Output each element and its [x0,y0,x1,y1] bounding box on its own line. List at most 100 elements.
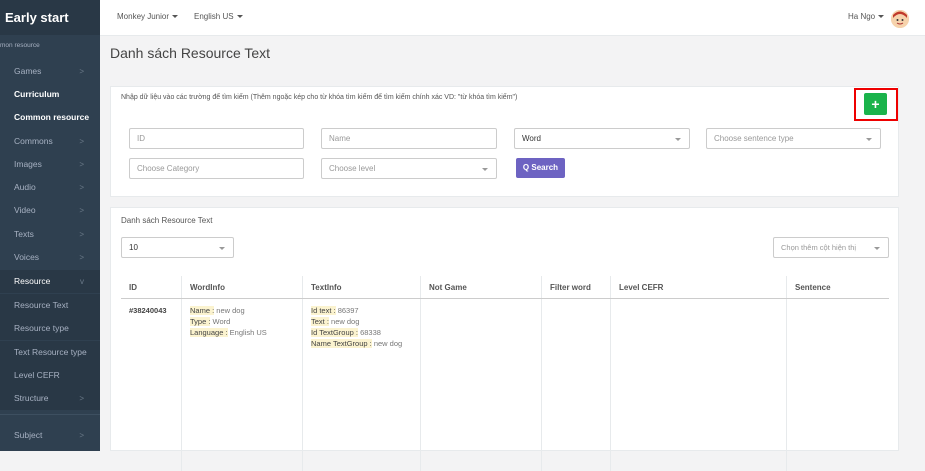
sidebar-item-label: Games [14,66,41,76]
sidebar-item-commons[interactable]: Commons> [0,130,100,153]
product-label: Monkey Junior [117,12,169,21]
sidebar-item-structure[interactable]: Structure > [0,387,100,410]
language-label: English US [194,12,234,21]
cell-id: #38240043 [121,299,182,471]
chevron-right-icon: > [79,387,84,410]
sidebar-item-label: Curriculum [14,89,59,99]
resource-table: ID WordInfo TextInfo Not Game Filter wor… [121,276,889,471]
name-input[interactable]: Name [321,128,497,149]
chevron-right-icon: > [79,223,84,246]
chevron-down-icon: v [80,270,84,293]
column-header-filter-word[interactable]: Filter word [542,276,611,299]
column-header-textinfo[interactable]: TextInfo [303,276,421,299]
page-title: Danh sách Resource Text [110,45,270,61]
textinfo-group-name-value: new dog [374,339,402,348]
column-header-wordinfo[interactable]: WordInfo [182,276,303,299]
column-header-not-game[interactable]: Not Game [421,276,542,299]
chevron-right-icon: > [79,246,84,269]
user-menu[interactable]: Ha Ngo [848,12,884,21]
word-type-value: Word [522,134,541,143]
word-type-select[interactable]: Word [514,128,690,149]
avatar[interactable] [891,10,909,28]
sidebar-item-texts[interactable]: Texts > [0,223,100,246]
sidebar-item-images[interactable]: Images> [0,153,100,176]
sidebar-item-label: Audio [14,182,36,192]
chevron-right-icon: > [79,424,84,447]
sidebar-item-label: Common resource [14,112,89,122]
sidebar-item-label: Subject [14,430,42,440]
sidebar-item-label: Resource [14,276,50,286]
sidebar-item-games[interactable]: Games > [0,60,100,83]
page-size-select[interactable]: 10 [121,237,234,258]
sidebar-item-audio[interactable]: Audio > [0,176,100,199]
cell-not-game [421,299,542,471]
column-header-sentence[interactable]: Sentence [787,276,890,299]
wordinfo-name-value: new dog [216,306,244,315]
textinfo-text-key: Text : [311,317,329,326]
caret-down-icon [866,138,872,141]
sidebar-item-label: Text Resource type [14,347,87,357]
sidebar-item-curriculum[interactable]: Curriculum [0,83,100,106]
wordinfo-language-value: English US [230,328,267,337]
wordinfo-type-value: Word [213,317,231,326]
wordinfo-name-key: Name : [190,306,214,315]
sidebar-item-label: Video [14,205,36,215]
chevron-right-icon: > [79,199,84,222]
list-title: Danh sách Resource Text [121,216,212,225]
sidebar-item-voices[interactable]: Voices > [0,246,100,269]
textinfo-group-value: 68338 [360,328,381,337]
cell-filter-word [542,299,611,471]
cell-level-cefr [611,299,787,471]
sidebar-item-label: Structure [14,393,49,403]
sidebar-item-label: Level CEFR [14,370,60,380]
sidebar-item-label: Resource type [14,323,69,333]
add-button[interactable]: + [864,93,887,115]
caret-down-icon [237,15,243,18]
sidebar-item-label: Resource Text [14,300,68,310]
sidebar-item-label: Voices [14,252,39,262]
chevron-right-icon: > [79,60,84,83]
page-size-value: 10 [129,243,138,252]
sidebar-item-text-resource-type[interactable]: Text Resource type [0,341,100,364]
sidebar-item-common-resource[interactable]: Common resource [0,106,100,129]
caret-down-icon [878,15,884,18]
sidebar-item-subject[interactable]: Subject > [0,424,100,447]
column-header-id[interactable]: ID [121,276,182,299]
caret-down-icon [482,168,488,171]
caret-down-icon [874,247,880,250]
caret-down-icon [675,138,681,141]
textinfo-id-value: 86397 [338,306,359,315]
sidebar-item-resource-text[interactable]: Resource Text [0,294,100,317]
textinfo-group-name-key: Name TextGroup : [311,339,372,348]
sentence-type-select[interactable]: Choose sentence type [706,128,881,149]
sidebar-item-resource-type[interactable]: Resource type [0,317,100,340]
product-dropdown[interactable]: Monkey Junior [117,12,178,21]
chevron-right-icon: > [79,176,84,199]
chevron-right-icon: > [79,130,84,153]
sidebar-item-level-cefr[interactable]: Level CEFR [0,364,100,387]
search-hint: Nhập dữ liệu vào các trường để tìm kiếm … [121,94,517,101]
wordinfo-language-key: Language : [190,328,228,337]
avatar-image [891,10,909,28]
sidebar-item-resource[interactable]: Resource v [0,270,100,293]
search-button[interactable]: Q Search [516,158,565,178]
wordinfo-type-key: Type : [190,317,210,326]
sidebar-item-video[interactable]: Video > [0,199,100,222]
chevron-right-icon: > [79,153,84,176]
column-chooser-select[interactable]: Chọn thêm cột hiện thị [773,237,889,258]
level-placeholder: Choose level [329,164,375,173]
sidebar-item-label: Texts [14,229,34,239]
brand-logo[interactable]: Early start [0,0,100,35]
category-select[interactable]: Choose Category [129,158,304,179]
user-name: Ha Ngo [848,12,875,21]
caret-down-icon [219,247,225,250]
id-input[interactable]: ID [129,128,304,149]
cell-wordinfo: Name : new dog Type : Word Language : En… [182,299,303,471]
textinfo-id-key: Id text : [311,306,336,315]
language-dropdown[interactable]: English US [194,12,243,21]
table-row[interactable]: #38240043 Name : new dog Type : Word Lan… [121,299,889,471]
column-header-level-cefr[interactable]: Level CEFR [611,276,787,299]
level-select[interactable]: Choose level [321,158,497,179]
sidebar-section-label: mon resource [0,42,40,49]
caret-down-icon [172,15,178,18]
